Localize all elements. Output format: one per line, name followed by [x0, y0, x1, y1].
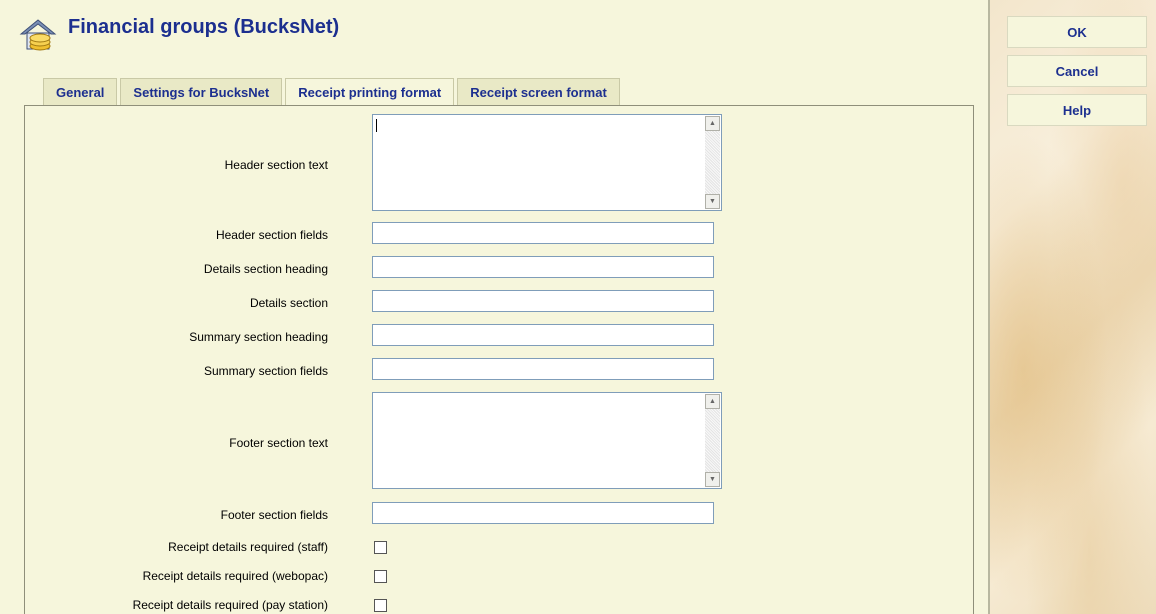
header-section-fields-input[interactable] [372, 222, 714, 244]
text-caret [376, 119, 377, 132]
summary-section-heading-input[interactable] [372, 324, 714, 346]
ok-button[interactable]: OK [1007, 16, 1147, 48]
help-button[interactable]: Help [1007, 94, 1147, 126]
receipt-webopac-checkbox[interactable] [374, 570, 387, 583]
header-section-fields-label: Header section fields [215, 228, 328, 242]
summary-section-fields-label: Summary section fields [203, 364, 328, 378]
header-section-text-area[interactable]: ▲ ▼ [372, 114, 722, 211]
scroll-up-arrow-icon[interactable]: ▲ [705, 116, 720, 131]
main-content: Financial groups (BucksNet) General Sett… [0, 0, 988, 614]
details-section-heading-label: Details section heading [203, 262, 328, 276]
details-section-heading-input[interactable] [372, 256, 714, 278]
tab-general[interactable]: General [43, 78, 118, 106]
footer-section-text-area[interactable]: ▲ ▼ [372, 392, 722, 489]
receipt-pay-station-checkbox[interactable] [374, 599, 387, 612]
footer-section-text-label: Footer section text [229, 436, 328, 450]
receipt-staff-checkbox[interactable] [374, 541, 387, 554]
footer-section-fields-input[interactable] [372, 502, 714, 524]
tab-settings-for-bucksnet[interactable]: Settings for BucksNet [120, 78, 283, 106]
scroll-down-arrow-icon[interactable]: ▼ [705, 472, 720, 487]
header-section-text-label: Header section text [224, 158, 328, 172]
receipt-staff-label: Receipt details required (staff) [168, 540, 328, 554]
action-sidebar: OK Cancel Help [988, 0, 1156, 614]
summary-section-fields-input[interactable] [372, 358, 714, 380]
tab-receipt-screen-format[interactable]: Receipt screen format [457, 78, 620, 106]
details-section-label: Details section [249, 296, 328, 310]
page-title: Financial groups (BucksNet) [68, 16, 340, 38]
receipt-pay-station-label: Receipt details required (pay station) [132, 598, 328, 612]
scroll-down-arrow-icon[interactable]: ▼ [705, 194, 720, 209]
tab-bar: General Settings for BucksNet Receipt pr… [43, 78, 623, 106]
header-text-scrollbar[interactable]: ▲ ▼ [705, 116, 720, 209]
money-house-icon [19, 19, 57, 51]
cancel-button[interactable]: Cancel [1007, 55, 1147, 87]
scroll-up-arrow-icon[interactable]: ▲ [705, 394, 720, 409]
form-panel: Header section text ▲ ▼ Header section f… [24, 105, 974, 614]
footer-section-fields-label: Footer section fields [220, 508, 328, 522]
receipt-webopac-label: Receipt details required (webopac) [142, 569, 328, 583]
tab-receipt-printing-format[interactable]: Receipt printing format [285, 78, 455, 106]
summary-section-heading-label: Summary section heading [189, 330, 328, 344]
details-section-input[interactable] [372, 290, 714, 312]
footer-text-scrollbar[interactable]: ▲ ▼ [705, 394, 720, 487]
